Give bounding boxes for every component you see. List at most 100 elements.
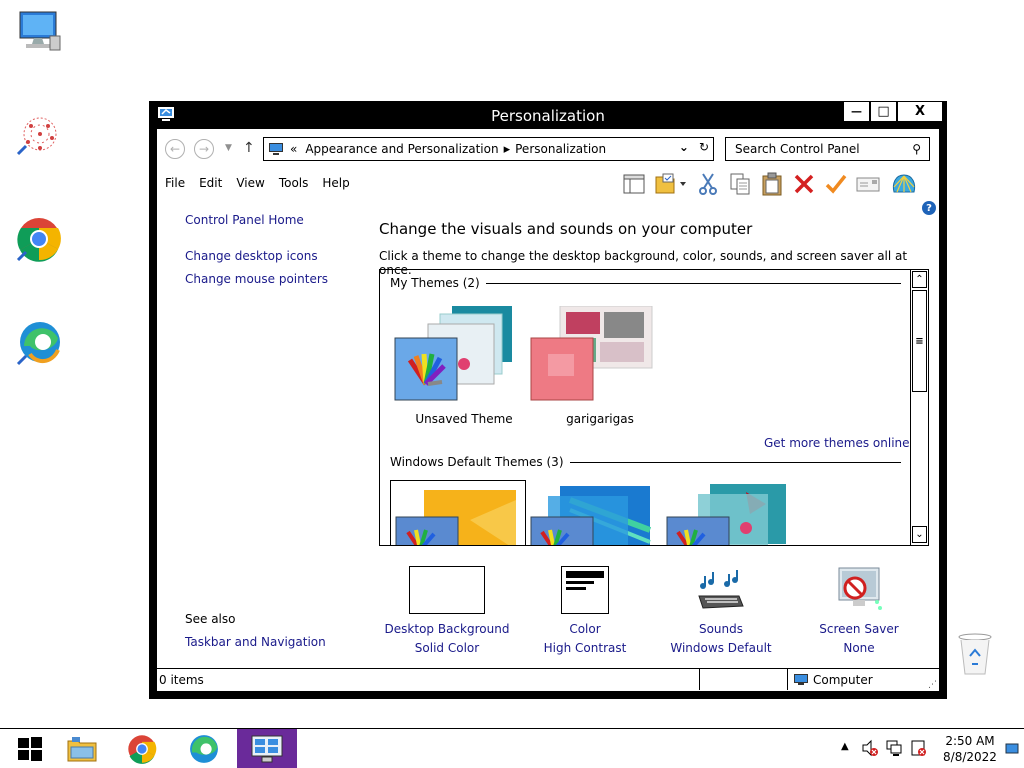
email-icon[interactable] [855, 171, 881, 197]
control-panel-icon [269, 143, 283, 155]
color-icon [561, 566, 609, 614]
status-segment [699, 669, 787, 690]
window-client-area: ← → ▼ ↑ « Appearance and Personalization… [157, 129, 939, 691]
scroll-up-button[interactable]: ⌃ [912, 271, 927, 288]
breadcrumb-personalization[interactable]: Personalization [515, 142, 606, 156]
show-hidden-icons-icon[interactable]: ▲ [841, 741, 849, 752]
theme-windows-lines[interactable] [530, 480, 670, 545]
scroll-down-button[interactable]: ⌄ [912, 526, 927, 543]
shell-icon[interactable] [891, 171, 917, 197]
volume-muted-icon[interactable] [861, 739, 879, 757]
address-bar[interactable]: « Appearance and Personalization ▸ Perso… [263, 137, 714, 161]
control-panel-icon [251, 735, 283, 763]
network-icon[interactable] [885, 739, 903, 757]
start-button[interactable] [0, 729, 60, 768]
back-button[interactable]: ← [165, 139, 185, 159]
copy-icon[interactable] [727, 171, 753, 197]
search-input[interactable]: Search Control Panel ⚲ [725, 137, 930, 161]
properties-check-icon[interactable] [823, 171, 849, 197]
control-panel-home-link[interactable]: Control Panel Home [185, 213, 304, 227]
menu-edit[interactable]: Edit [199, 176, 222, 190]
paste-icon[interactable] [759, 171, 785, 197]
refresh-icon[interactable]: ↻ [699, 140, 709, 154]
taskbar-navigation-link[interactable]: Taskbar and Navigation [185, 635, 326, 649]
status-bar: 0 items Computer ⋰ [157, 668, 939, 690]
chrome-desktop-icon[interactable] [16, 216, 64, 264]
unsaved-theme-thumbnail [394, 306, 512, 401]
taskbar-file-explorer[interactable] [52, 729, 112, 768]
theme-flowers[interactable] [666, 480, 806, 545]
recycle-bin-desktop-icon[interactable] [956, 632, 1004, 680]
menu-view[interactable]: View [236, 176, 264, 190]
breadcrumb-appearance[interactable]: Appearance and Personalization [305, 142, 498, 156]
screen-saver-link[interactable]: Screen Saver [789, 622, 929, 636]
close-button[interactable]: X [897, 101, 943, 122]
taskbar-clock[interactable]: 2:50 AM 8/8/2022 [942, 733, 998, 765]
change-mouse-pointers-link[interactable]: Change mouse pointers [185, 272, 328, 286]
this-pc-desktop-icon[interactable] [16, 10, 64, 58]
minimize-button[interactable]: — [843, 101, 870, 122]
status-location-segment: Computer ⋰ [787, 669, 939, 690]
search-icon[interactable]: ⚲ [912, 142, 921, 156]
theme-windows[interactable] [390, 480, 530, 545]
action-center-icon[interactable] [909, 739, 927, 757]
edge-desktop-icon[interactable] [16, 320, 64, 368]
theme-unsaved[interactable]: Unsaved Theme [394, 306, 534, 436]
recent-pages-dropdown[interactable]: ▼ [225, 143, 232, 153]
layout-pane-icon[interactable] [621, 171, 647, 197]
theme-list[interactable]: My Themes (2) Unsaved Theme garigarigas … [379, 269, 929, 546]
theme-garigarigas[interactable]: garigarigas [530, 305, 670, 436]
sounds-link[interactable]: Sounds [651, 622, 791, 636]
color-setting[interactable]: Color High Contrast [515, 566, 655, 655]
taskbar-chrome[interactable] [112, 729, 172, 768]
scroll-thumb[interactable]: ≡ [912, 290, 927, 392]
get-more-themes-link[interactable]: Get more themes online [764, 436, 910, 450]
taskbar: ▲ 2:50 AM 8/8/2022 [0, 728, 1024, 768]
taskbar-edge[interactable] [174, 729, 234, 768]
sounds-setting[interactable]: Sounds Windows Default [651, 566, 791, 655]
windows-logo-icon [18, 737, 42, 761]
menu-help[interactable]: Help [322, 176, 349, 190]
group-divider [474, 283, 901, 284]
close-icon: X [914, 104, 926, 119]
sounds-value[interactable]: Windows Default [651, 641, 791, 655]
chevron-up-icon: ⌃ [915, 274, 924, 285]
garigarigas-theme-thumbnail [530, 305, 653, 401]
desktop-background-setting[interactable]: Desktop Background Solid Color [377, 566, 517, 655]
chevron-down-icon: ⌄ [915, 529, 924, 540]
address-dropdown-icon[interactable]: ⌄ [679, 140, 689, 154]
color-value[interactable]: High Contrast [515, 641, 655, 655]
taskbar-control-panel[interactable] [237, 729, 297, 768]
delete-icon[interactable] [791, 171, 817, 197]
page-title: Change the visuals and sounds on your co… [379, 220, 753, 238]
cut-icon[interactable] [695, 171, 721, 197]
desktop-background-link[interactable]: Desktop Background [377, 622, 517, 636]
desktop-background-value[interactable]: Solid Color [377, 641, 517, 655]
screen-saver-icon [833, 566, 885, 614]
menu-file[interactable]: File [165, 176, 185, 190]
network-shortcut-icon[interactable] [16, 114, 64, 162]
change-desktop-icons-link[interactable]: Change desktop icons [185, 249, 318, 263]
menu-tools[interactable]: Tools [279, 176, 309, 190]
file-explorer-icon [67, 737, 97, 762]
group-divider [548, 462, 901, 463]
forward-button[interactable]: → [194, 139, 214, 159]
desktop-background-icon [409, 566, 485, 614]
windows-default-themes-label: Windows Default Themes (3) [390, 455, 570, 469]
theme-list-scrollbar[interactable]: ⌃ ≡ ⌄ [910, 270, 928, 545]
status-location: Computer [813, 673, 873, 687]
screen-saver-value[interactable]: None [789, 641, 929, 655]
chrome-icon [128, 735, 157, 764]
computer-icon [794, 674, 808, 685]
up-button[interactable]: ↑ [243, 140, 255, 156]
color-link[interactable]: Color [515, 622, 655, 636]
breadcrumb-separator-icon[interactable]: ▸ [504, 142, 511, 157]
address-overflow-chevrons[interactable]: « [290, 142, 297, 156]
resize-grip-icon[interactable]: ⋰ [928, 680, 937, 690]
show-desktop-icon[interactable] [1005, 743, 1019, 755]
title-bar[interactable]: Personalization — □ X [149, 101, 947, 129]
folder-options-icon[interactable] [653, 171, 689, 197]
maximize-button[interactable]: □ [870, 101, 897, 122]
help-icon[interactable]: ? [922, 201, 936, 215]
screen-saver-setting[interactable]: Screen Saver None [789, 566, 929, 655]
